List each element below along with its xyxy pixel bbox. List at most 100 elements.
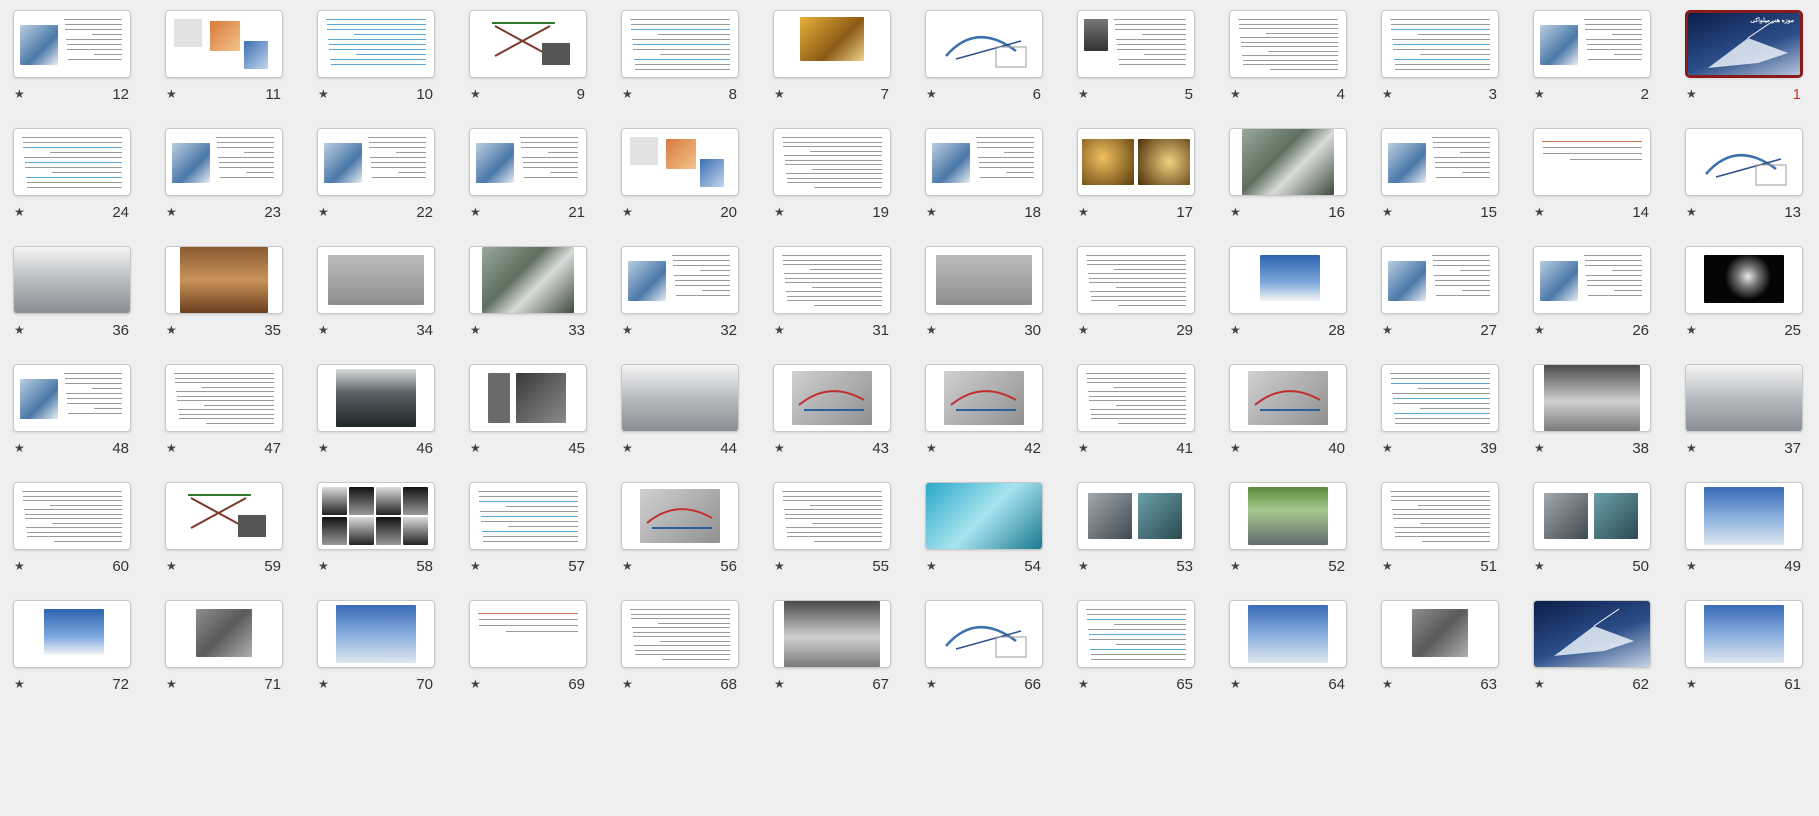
slide-thumbnail-11[interactable]: ★ 11 [165, 10, 283, 128]
slide-thumbnail-15[interactable]: ★ 15 [1381, 128, 1499, 246]
slide-preview[interactable] [1533, 246, 1651, 314]
transition-star-icon[interactable]: ★ [165, 441, 177, 455]
slide-preview[interactable] [1229, 10, 1347, 78]
slide-preview[interactable] [1685, 364, 1803, 432]
slide-thumbnail-4[interactable]: ★ 4 [1229, 10, 1347, 128]
slide-thumbnail-64[interactable]: ★ 64 [1229, 600, 1347, 718]
transition-star-icon[interactable]: ★ [621, 559, 633, 573]
slide-preview[interactable] [1381, 482, 1499, 550]
slide-preview[interactable] [621, 128, 739, 196]
transition-star-icon[interactable]: ★ [925, 559, 937, 573]
slide-preview[interactable] [1381, 10, 1499, 78]
transition-star-icon[interactable]: ★ [1533, 205, 1545, 219]
transition-star-icon[interactable]: ★ [1685, 323, 1697, 337]
slide-preview[interactable] [1229, 128, 1347, 196]
slide-preview[interactable] [1077, 10, 1195, 78]
transition-star-icon[interactable]: ★ [13, 323, 25, 337]
slide-preview[interactable] [1381, 364, 1499, 432]
slide-preview[interactable] [13, 128, 131, 196]
slide-thumbnail-9[interactable]: ★ 9 [469, 10, 587, 128]
transition-star-icon[interactable]: ★ [317, 205, 329, 219]
slide-preview[interactable] [469, 482, 587, 550]
transition-star-icon[interactable]: ★ [165, 87, 177, 101]
transition-star-icon[interactable]: ★ [1077, 323, 1089, 337]
slide-preview[interactable] [165, 128, 283, 196]
transition-star-icon[interactable]: ★ [1381, 205, 1393, 219]
slide-preview[interactable] [1077, 246, 1195, 314]
transition-star-icon[interactable]: ★ [1533, 441, 1545, 455]
slide-thumbnail-25[interactable]: ★ 25 [1685, 246, 1803, 364]
slide-thumbnail-65[interactable]: ★ 65 [1077, 600, 1195, 718]
slide-thumbnail-22[interactable]: ★ 22 [317, 128, 435, 246]
transition-star-icon[interactable]: ★ [925, 87, 937, 101]
slide-preview[interactable] [469, 128, 587, 196]
slide-preview[interactable] [1381, 128, 1499, 196]
transition-star-icon[interactable]: ★ [1533, 87, 1545, 101]
transition-star-icon[interactable]: ★ [621, 441, 633, 455]
slide-preview[interactable] [469, 364, 587, 432]
slide-thumbnail-72[interactable]: ★ 72 [13, 600, 131, 718]
slide-thumbnail-42[interactable]: ★ 42 [925, 364, 1043, 482]
transition-star-icon[interactable]: ★ [773, 441, 785, 455]
transition-star-icon[interactable]: ★ [1685, 205, 1697, 219]
transition-star-icon[interactable]: ★ [469, 205, 481, 219]
transition-star-icon[interactable]: ★ [925, 677, 937, 691]
slide-preview[interactable] [13, 364, 131, 432]
slide-preview[interactable] [621, 364, 739, 432]
slide-thumbnail-43[interactable]: ★ 43 [773, 364, 891, 482]
transition-star-icon[interactable]: ★ [1533, 559, 1545, 573]
transition-star-icon[interactable]: ★ [317, 559, 329, 573]
slide-thumbnail-61[interactable]: ★ 61 [1685, 600, 1803, 718]
transition-star-icon[interactable]: ★ [773, 323, 785, 337]
transition-star-icon[interactable]: ★ [1533, 323, 1545, 337]
slide-preview[interactable] [621, 10, 739, 78]
slide-preview[interactable] [317, 600, 435, 668]
slide-thumbnail-33[interactable]: ★ 33 [469, 246, 587, 364]
slide-preview[interactable] [1533, 364, 1651, 432]
transition-star-icon[interactable]: ★ [317, 323, 329, 337]
transition-star-icon[interactable]: ★ [469, 323, 481, 337]
slide-preview[interactable] [773, 482, 891, 550]
slide-thumbnail-44[interactable]: ★ 44 [621, 364, 739, 482]
slide-thumbnail-52[interactable]: ★ 52 [1229, 482, 1347, 600]
slide-thumbnail-71[interactable]: ★ 71 [165, 600, 283, 718]
slide-preview[interactable] [1533, 128, 1651, 196]
transition-star-icon[interactable]: ★ [165, 205, 177, 219]
slide-preview[interactable] [165, 246, 283, 314]
slide-preview[interactable] [1381, 246, 1499, 314]
slide-preview[interactable] [469, 10, 587, 78]
slide-thumbnail-70[interactable]: ★ 70 [317, 600, 435, 718]
slide-preview[interactable] [773, 246, 891, 314]
slide-preview[interactable] [13, 10, 131, 78]
slide-thumbnail-31[interactable]: ★ 31 [773, 246, 891, 364]
transition-star-icon[interactable]: ★ [1229, 87, 1241, 101]
slide-thumbnail-58[interactable]: ★ 58 [317, 482, 435, 600]
slide-thumbnail-13[interactable]: ★ 13 [1685, 128, 1803, 246]
slide-preview[interactable] [1077, 128, 1195, 196]
slide-thumbnail-8[interactable]: ★ 8 [621, 10, 739, 128]
slide-preview[interactable] [469, 246, 587, 314]
transition-star-icon[interactable]: ★ [1381, 677, 1393, 691]
transition-star-icon[interactable]: ★ [1685, 87, 1697, 101]
slide-thumbnail-62[interactable]: ★ 62 [1533, 600, 1651, 718]
transition-star-icon[interactable]: ★ [925, 441, 937, 455]
slide-thumbnail-21[interactable]: ★ 21 [469, 128, 587, 246]
slide-thumbnail-34[interactable]: ★ 34 [317, 246, 435, 364]
transition-star-icon[interactable]: ★ [1077, 441, 1089, 455]
slide-thumbnail-55[interactable]: ★ 55 [773, 482, 891, 600]
transition-star-icon[interactable]: ★ [317, 87, 329, 101]
transition-star-icon[interactable]: ★ [1685, 559, 1697, 573]
slide-thumbnail-1[interactable]: موزه هنر میلواکی ★ 1 [1685, 10, 1803, 128]
transition-star-icon[interactable]: ★ [165, 323, 177, 337]
slide-preview[interactable] [925, 10, 1043, 78]
transition-star-icon[interactable]: ★ [1685, 677, 1697, 691]
slide-thumbnail-23[interactable]: ★ 23 [165, 128, 283, 246]
slide-preview[interactable] [1229, 482, 1347, 550]
transition-star-icon[interactable]: ★ [1685, 441, 1697, 455]
slide-thumbnail-40[interactable]: ★ 40 [1229, 364, 1347, 482]
slide-preview[interactable] [317, 364, 435, 432]
slide-thumbnail-32[interactable]: ★ 32 [621, 246, 739, 364]
slide-preview[interactable] [13, 600, 131, 668]
slide-preview[interactable] [773, 364, 891, 432]
slide-thumbnail-17[interactable]: ★ 17 [1077, 128, 1195, 246]
